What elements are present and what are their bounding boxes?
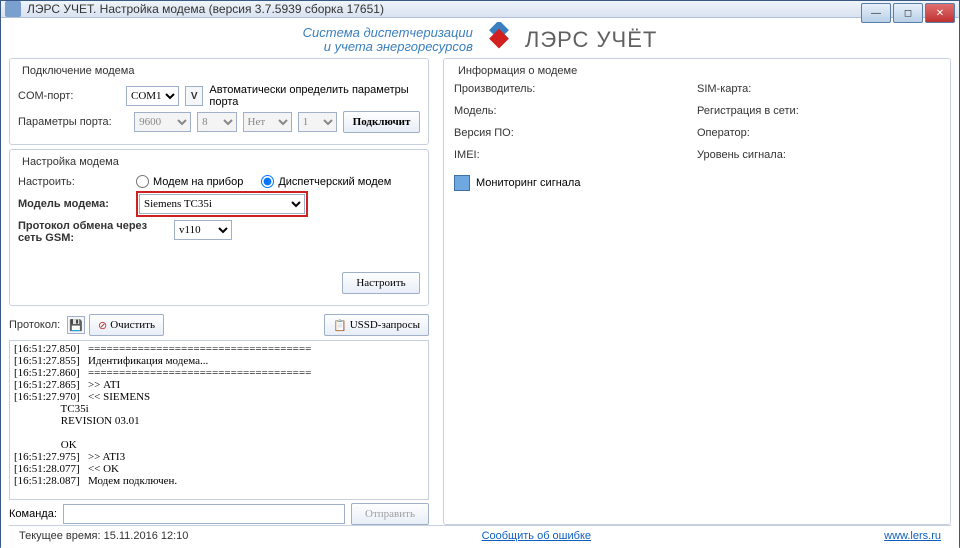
banner: Система диспетчеризации и учета энергоре… — [9, 22, 951, 58]
configure-label: Настроить: — [18, 176, 130, 188]
titlebar: ЛЭРС УЧЕТ. Настройка модема (версия 3.7.… — [1, 1, 959, 18]
setup-group: Настройка модема Настроить: Модем на при… — [9, 149, 429, 306]
info-model-label: Модель: — [454, 105, 584, 117]
protocol-label: Протокол обмена через сеть GSM: — [18, 220, 168, 244]
clear-button[interactable]: ⊘Очистить — [89, 314, 164, 336]
protocol-section-label: Протокол: — [9, 319, 67, 331]
report-bug-link[interactable]: Сообщить об ошибке — [482, 530, 591, 542]
banner-line2: и учета энергоресурсов — [303, 40, 473, 54]
ussd-icon: 📋 — [333, 319, 347, 332]
save-log-icon[interactable]: 💾 — [67, 316, 85, 334]
setup-group-title: Настройка модема — [18, 156, 123, 168]
close-button[interactable]: ✕ — [925, 3, 955, 23]
info-simcard-label: SIM-карта: — [697, 83, 827, 95]
model-select[interactable]: Siemens TC35i — [139, 194, 305, 214]
info-version-label: Версия ПО: — [454, 127, 584, 139]
banner-line1: Система диспетчеризации — [303, 26, 473, 40]
log-output[interactable]: [16:51:27.850] =========================… — [9, 340, 429, 500]
logo-icon — [481, 22, 517, 58]
radio-device[interactable]: Модем на прибор — [136, 175, 243, 188]
info-group: Информация о модеме Производитель: SIM-к… — [443, 58, 951, 525]
status-time-label: Текущее время: — [19, 530, 101, 542]
com-port-label: COM-порт: — [18, 90, 120, 102]
radio-dispatch[interactable]: Диспетчерский модем — [261, 175, 391, 188]
window-title: ЛЭРС УЧЕТ. Настройка модема (версия 3.7.… — [27, 2, 384, 16]
command-label: Команда: — [9, 508, 57, 520]
clear-icon: ⊘ — [98, 319, 107, 332]
protocol-select[interactable]: v110 — [174, 220, 232, 240]
setup-button[interactable]: Настроить — [342, 272, 420, 294]
auto-detect-button[interactable]: V — [185, 86, 203, 106]
maximize-button[interactable]: ◻ — [893, 3, 923, 23]
ussd-button[interactable]: 📋USSD-запросы — [324, 314, 429, 336]
info-signal-label: Уровень сигнала: — [697, 149, 827, 161]
monitor-label: Мониторинг сигнала — [476, 177, 580, 189]
info-imei-label: IMEI: — [454, 149, 584, 161]
info-manufacturer-label: Производитель: — [454, 83, 584, 95]
model-highlight: Siemens TC35i — [136, 191, 308, 217]
connect-button[interactable]: Подключит — [343, 111, 420, 133]
monitor-icon[interactable] — [454, 175, 470, 191]
send-button[interactable]: Отправить — [351, 503, 429, 525]
info-netreg-label: Регистрация в сети: — [697, 105, 827, 117]
info-group-title: Информация о модеме — [454, 65, 581, 77]
stopbits-select[interactable]: 1 — [298, 112, 337, 132]
site-link[interactable]: www.lers.ru — [884, 530, 941, 542]
brand-text: ЛЭРС УЧЁТ — [525, 27, 657, 53]
app-icon — [5, 1, 21, 17]
command-input[interactable] — [63, 504, 345, 524]
databits-select[interactable]: 8 — [197, 112, 236, 132]
port-params-label: Параметры порта: — [18, 116, 128, 128]
info-operator-label: Оператор: — [697, 127, 827, 139]
connection-group-title: Подключение модема — [18, 65, 138, 77]
status-time-value: 15.11.2016 12:10 — [104, 530, 189, 542]
com-port-select[interactable]: COM1 — [126, 86, 179, 106]
baud-select[interactable]: 9600 — [134, 112, 191, 132]
parity-select[interactable]: Нет — [243, 112, 292, 132]
connection-group: Подключение модема COM-порт: COM1 V Авто… — [9, 58, 429, 145]
auto-detect-text: Автоматически определить параметры порта — [209, 84, 420, 108]
model-label: Модель модема: — [18, 198, 130, 210]
minimize-button[interactable]: — — [861, 3, 891, 23]
